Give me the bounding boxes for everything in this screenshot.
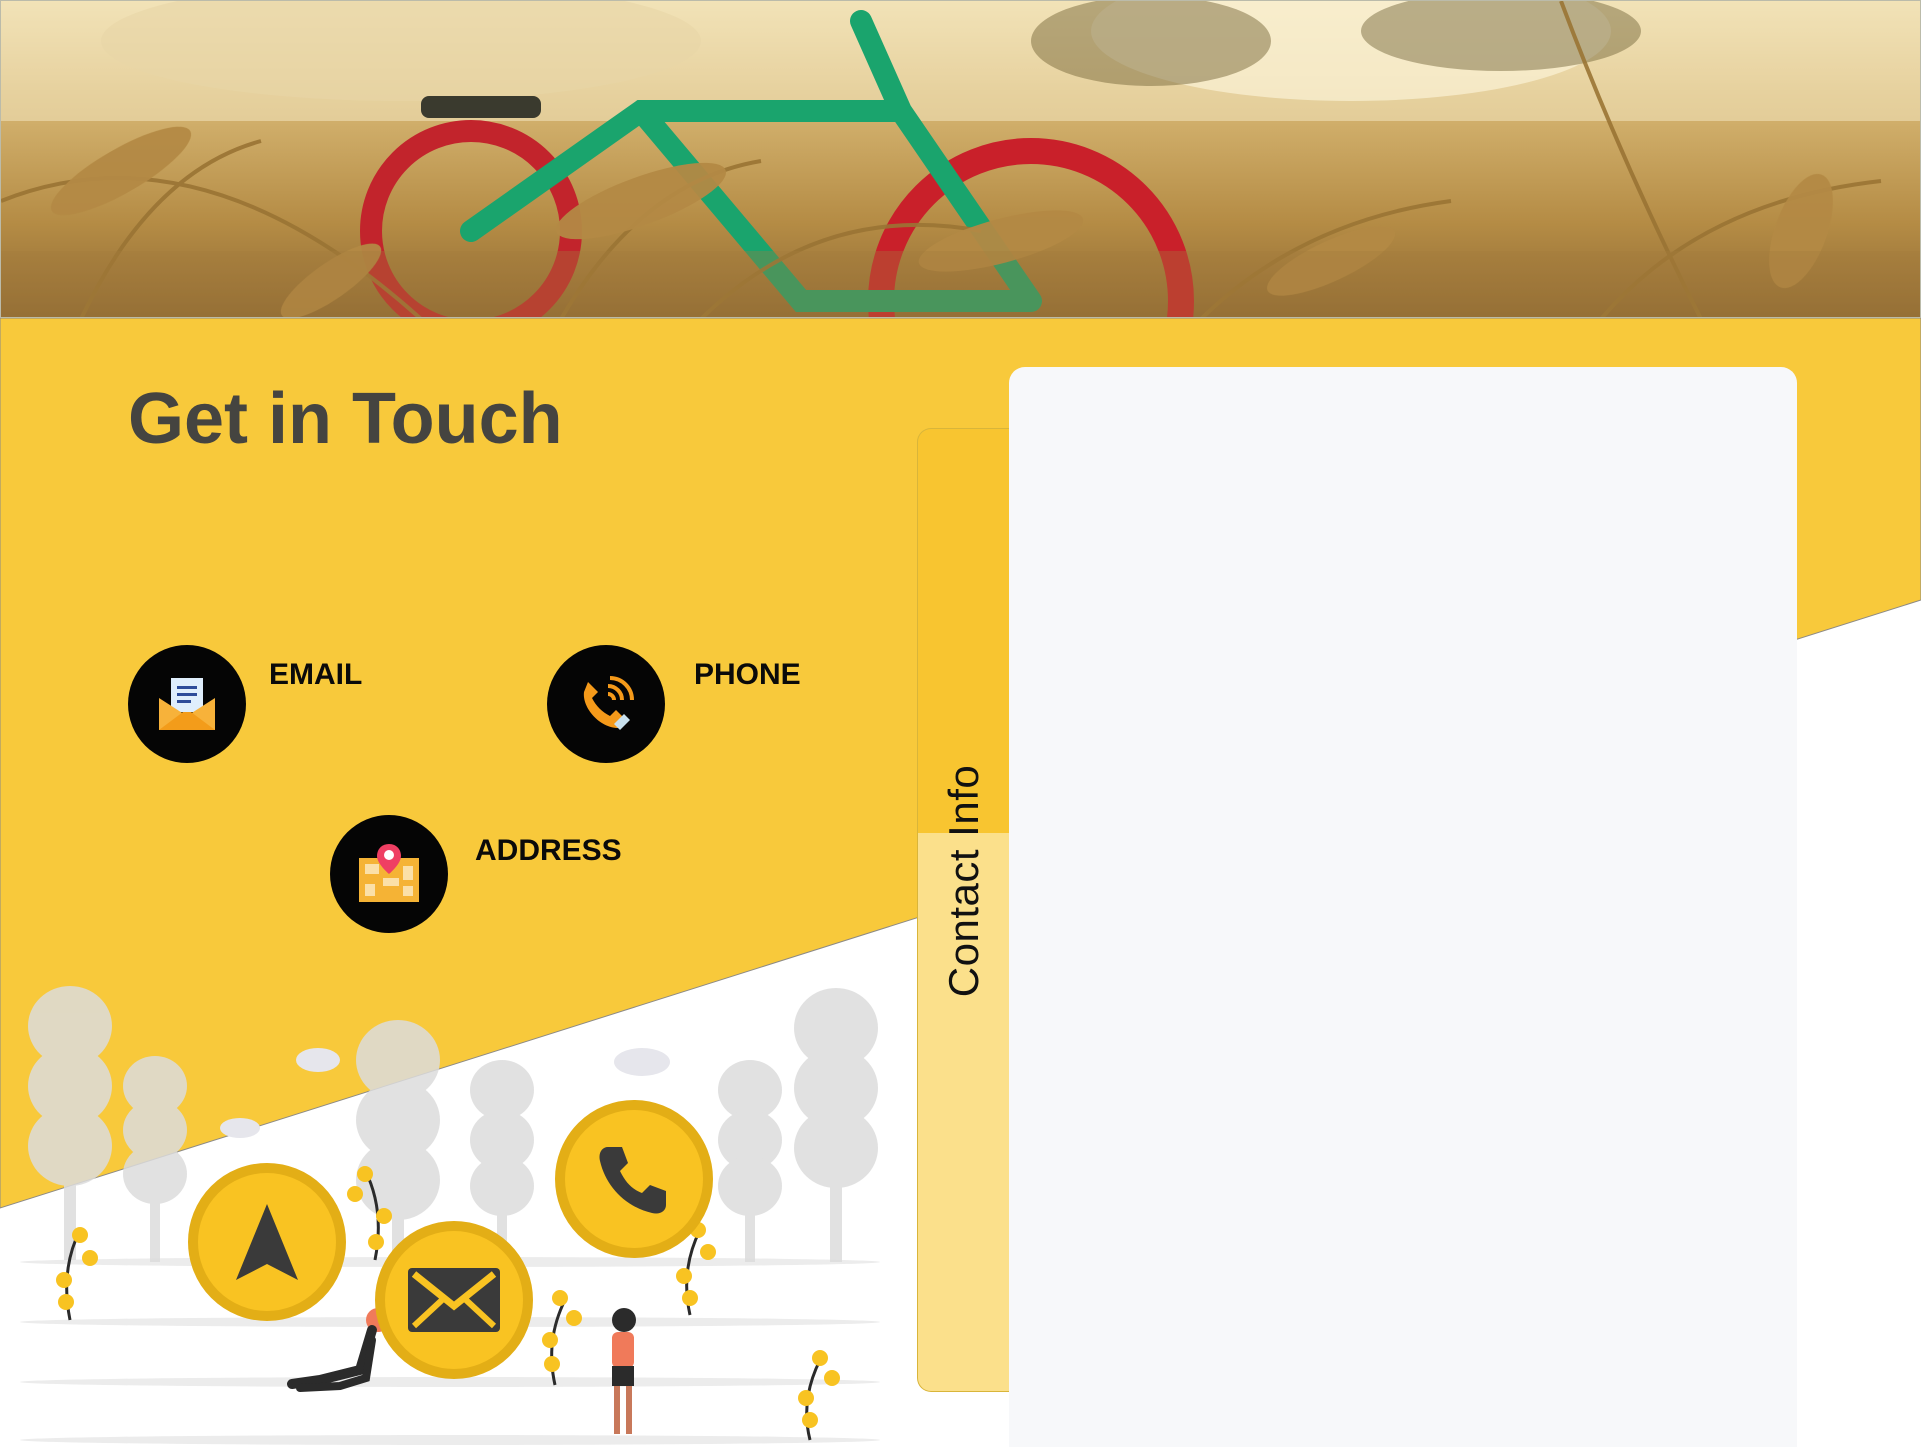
mail-button[interactable] [375,1221,533,1379]
contact-illustration [0,980,890,1447]
phone-icon[interactable] [547,645,665,763]
map-icon[interactable] [330,815,448,933]
email-icon[interactable] [128,645,246,763]
contact-info-tab-label: Contact Info [939,764,987,998]
phone-icon [599,1147,666,1214]
content-panel [1009,367,1797,1447]
call-button[interactable] [555,1100,713,1258]
mail-icon [408,1268,500,1332]
page-title: Get in Touch [128,379,563,459]
address-label: ADDRESS [475,834,622,867]
email-label: EMAIL [269,658,363,691]
navigation-button[interactable] [188,1163,346,1321]
navigation-arrow-icon [236,1204,298,1280]
hero-image [0,0,1921,318]
standing-person [612,1308,636,1434]
contact-info-tab[interactable]: Contact Info [917,428,1009,1392]
phone-label: PHONE [694,658,801,691]
